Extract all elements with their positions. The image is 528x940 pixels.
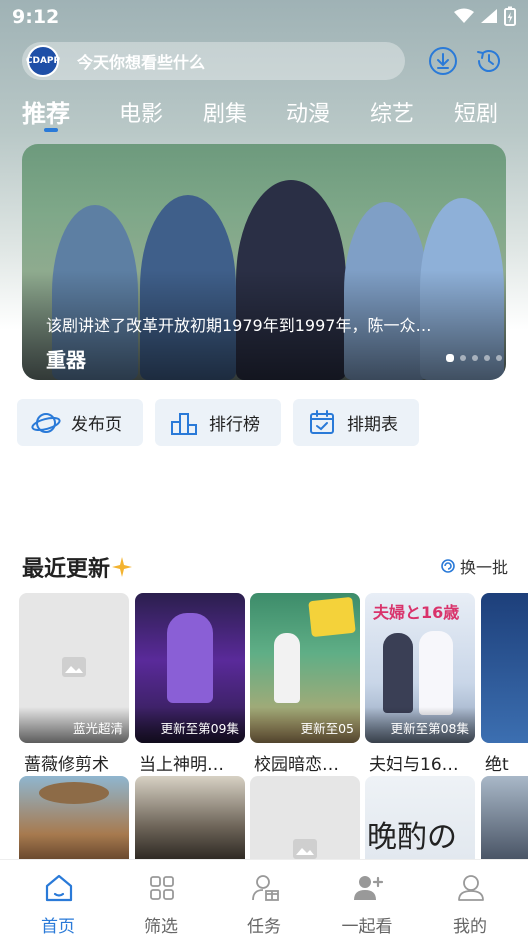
calendar-icon bbox=[310, 409, 334, 434]
nav-profile[interactable]: 我的 bbox=[425, 860, 515, 940]
episode-badge: 更新至第08集 bbox=[390, 721, 469, 736]
quick-link-label: 发布页 bbox=[71, 415, 122, 435]
image-placeholder-icon bbox=[293, 839, 317, 859]
sparkle-icon bbox=[112, 557, 133, 577]
carousel-dots bbox=[446, 354, 502, 362]
add-friend-icon bbox=[354, 876, 384, 900]
media-card[interactable]: 更新至第09集 bbox=[135, 593, 245, 743]
planet-icon bbox=[31, 412, 61, 433]
download-icon[interactable] bbox=[428, 46, 458, 76]
poster-title: 晚酌の bbox=[367, 820, 457, 855]
banner-title: 重器 bbox=[46, 348, 86, 372]
nav-label: 筛选 bbox=[144, 917, 178, 937]
featured-banner[interactable]: 该剧讲述了改革开放初期1979年到1997年，陈一众… 重器 bbox=[22, 144, 506, 380]
media-title: 绝t bbox=[485, 755, 509, 775]
media-card[interactable]: 晚酌の bbox=[365, 776, 475, 859]
grid-icon bbox=[150, 876, 174, 900]
quick-link-release[interactable]: 发布页 bbox=[17, 399, 143, 446]
status-time: 9:12 bbox=[12, 6, 60, 28]
banner-description: 该剧讲述了改革开放初期1979年到1997年，陈一众… bbox=[46, 316, 432, 335]
history-icon[interactable] bbox=[474, 46, 504, 76]
nav-tasks[interactable]: 任务 bbox=[219, 860, 309, 940]
category-tabs: 推荐 电影 剧集 动漫 综艺 短剧 bbox=[0, 92, 528, 132]
tab-movies[interactable]: 电影 bbox=[119, 96, 163, 128]
quick-link-ranking[interactable]: 排行榜 bbox=[155, 399, 281, 446]
image-placeholder-icon bbox=[62, 657, 86, 677]
carousel-dot bbox=[484, 355, 490, 361]
media-title: 蔷薇修剪术 bbox=[24, 755, 109, 775]
carousel-dot bbox=[472, 355, 478, 361]
media-card[interactable]: 蓝光超清 bbox=[19, 593, 129, 743]
nav-watch-together[interactable]: 一起看 bbox=[322, 860, 412, 940]
battery-icon bbox=[504, 6, 516, 26]
media-card[interactable]: 夫婦と16歳 更新至第08集 bbox=[365, 593, 475, 743]
task-gift-icon bbox=[252, 875, 279, 901]
wifi-icon bbox=[454, 8, 474, 23]
nav-label: 我的 bbox=[453, 917, 487, 937]
refresh-icon bbox=[441, 559, 455, 573]
tab-recommended[interactable]: 推荐 bbox=[22, 94, 70, 129]
tab-short-drama[interactable]: 短剧 bbox=[454, 96, 498, 128]
poster-figure bbox=[167, 613, 213, 703]
refresh-button[interactable]: 换一批 bbox=[440, 554, 508, 578]
media-card[interactable] bbox=[481, 776, 528, 859]
bottom-navigation: 首页 筛选 任务 一起看 我的 bbox=[0, 859, 528, 940]
media-card[interactable] bbox=[135, 776, 245, 859]
media-card[interactable]: 更新至05 bbox=[250, 593, 360, 743]
app-logo: CDAPP bbox=[26, 45, 60, 77]
nav-home[interactable]: 首页 bbox=[13, 860, 103, 940]
poster-figure bbox=[39, 782, 109, 804]
poster-figure bbox=[274, 633, 300, 703]
media-title: 当上神明… bbox=[139, 755, 224, 775]
episode-badge: 更新至05 bbox=[300, 721, 354, 736]
quick-link-label: 排行榜 bbox=[209, 415, 260, 435]
nav-label: 任务 bbox=[247, 917, 281, 937]
signal-icon bbox=[481, 9, 497, 23]
tab-variety[interactable]: 综艺 bbox=[370, 96, 414, 128]
tab-indicator bbox=[44, 128, 58, 132]
status-bar: 9:12 bbox=[0, 0, 528, 36]
quick-link-schedule[interactable]: 排期表 bbox=[293, 399, 419, 446]
nav-filter[interactable]: 筛选 bbox=[116, 860, 206, 940]
media-card[interactable] bbox=[19, 776, 129, 859]
carousel-dot bbox=[460, 355, 466, 361]
media-title: 夫妇与16… bbox=[369, 755, 459, 775]
media-card[interactable] bbox=[250, 776, 360, 859]
carousel-dot-active bbox=[446, 354, 454, 362]
nav-label: 首页 bbox=[41, 917, 75, 937]
carousel-dot bbox=[496, 355, 502, 361]
poster-logo bbox=[308, 596, 356, 638]
tab-series[interactable]: 剧集 bbox=[203, 96, 247, 128]
poster-figure bbox=[383, 633, 413, 713]
search-placeholder: 今天你想看些什么 bbox=[77, 53, 206, 72]
episode-badge: 更新至第09集 bbox=[160, 721, 239, 736]
search-bar[interactable]: CDAPP 今天你想看些什么 bbox=[22, 42, 405, 80]
status-icons bbox=[454, 6, 516, 26]
nav-label: 一起看 bbox=[341, 917, 393, 937]
poster-figure bbox=[419, 631, 453, 715]
media-card[interactable] bbox=[481, 593, 528, 743]
home-icon bbox=[45, 874, 73, 902]
profile-icon bbox=[458, 875, 484, 901]
tab-anime[interactable]: 动漫 bbox=[286, 96, 330, 128]
section-title-recent: 最近更新 bbox=[22, 551, 134, 583]
podium-icon bbox=[171, 412, 197, 435]
media-title: 校园暗恋… bbox=[254, 755, 339, 775]
quality-badge: 蓝光超清 bbox=[72, 721, 123, 736]
poster-title: 夫婦と16歳 bbox=[373, 603, 460, 622]
quick-link-label: 排期表 bbox=[347, 415, 398, 435]
